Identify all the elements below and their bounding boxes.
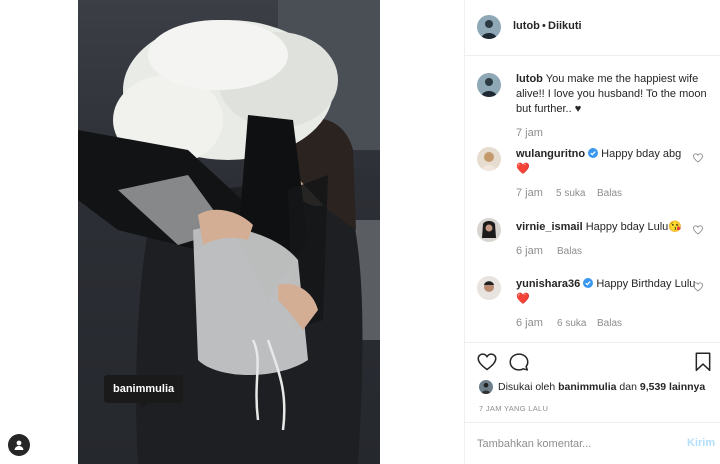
comment-emoji: ❤️ bbox=[516, 163, 530, 175]
header-username[interactable]: lutob bbox=[513, 20, 540, 32]
likes-count[interactable]: 9,539 lainnya bbox=[640, 381, 705, 393]
comment-username[interactable]: wulanguritno bbox=[516, 148, 585, 160]
comment-emoji: 😘 bbox=[668, 221, 682, 233]
comment-input[interactable] bbox=[477, 434, 667, 454]
caption-text: You make me the happiest wife alive!! I … bbox=[516, 73, 707, 115]
comment-item: yunishara36 Happy Birthday Lulu ❤️ bbox=[516, 277, 696, 307]
liker-username[interactable]: banimmulia bbox=[558, 381, 616, 393]
avatar-image bbox=[479, 380, 493, 394]
avatar-image bbox=[477, 218, 501, 242]
reply-button[interactable]: Balas bbox=[557, 246, 582, 257]
liker-avatar[interactable] bbox=[479, 380, 493, 394]
avatar-image bbox=[477, 276, 501, 300]
caption-avatar[interactable] bbox=[477, 73, 501, 97]
verified-badge-icon bbox=[588, 148, 599, 158]
verified-badge-icon bbox=[583, 278, 594, 288]
comment-avatar[interactable] bbox=[477, 147, 501, 171]
avatar-image bbox=[477, 147, 501, 171]
like-comment-heart-icon[interactable] bbox=[693, 282, 703, 292]
like-comment-heart-icon[interactable] bbox=[693, 225, 703, 235]
comment-item: virnie_ismail Happy bday Lulu😘 bbox=[516, 220, 696, 235]
comment-likes[interactable]: 6 suka bbox=[557, 318, 586, 329]
likes-prefix: Disukai oleh bbox=[498, 381, 556, 393]
comment-item: wulanguritno Happy bday abg ❤️ bbox=[516, 147, 696, 177]
comment-text: Happy Birthday Lulu bbox=[596, 278, 696, 290]
follow-status-button[interactable]: Diikuti bbox=[548, 20, 582, 32]
comment-avatar[interactable] bbox=[477, 276, 501, 300]
heart-outline-icon[interactable] bbox=[477, 352, 497, 372]
comment-time[interactable]: 6 jam bbox=[516, 245, 543, 257]
bookmark-icon[interactable] bbox=[694, 352, 712, 372]
likes-summary: Disukai oleh banimmulia dan 9,539 lainny… bbox=[479, 380, 705, 394]
comment-text: Happy bday abg bbox=[601, 148, 682, 160]
caption: lutob You make me the happiest wife aliv… bbox=[516, 72, 712, 117]
header-separator: • bbox=[542, 20, 546, 32]
comment-time[interactable]: 6 jam bbox=[516, 317, 543, 329]
avatar-image bbox=[477, 73, 501, 97]
caption-time[interactable]: 7 jam bbox=[516, 127, 543, 139]
comment-form: Kirim bbox=[465, 422, 720, 464]
likes-connector: dan bbox=[619, 381, 637, 393]
show-tags-button[interactable] bbox=[8, 434, 30, 456]
comment-username[interactable]: yunishara36 bbox=[516, 278, 580, 290]
user-tag-icon bbox=[14, 440, 24, 450]
reply-button[interactable]: Balas bbox=[597, 188, 622, 199]
comment-text: Happy bday Lulu bbox=[585, 221, 669, 233]
caption-username[interactable]: lutob bbox=[516, 73, 543, 85]
comment-bubble-icon[interactable] bbox=[509, 352, 529, 372]
avatar-image bbox=[477, 15, 501, 39]
comment-emoji: ❤️ bbox=[516, 293, 530, 305]
avatar[interactable] bbox=[477, 15, 501, 39]
user-tag-label: banimmulia bbox=[113, 383, 175, 395]
reply-button[interactable]: Balas bbox=[597, 318, 622, 329]
like-comment-heart-icon[interactable] bbox=[693, 153, 703, 163]
post-side-panel: lutob • Diikuti lutob You make me the ha… bbox=[464, 0, 720, 464]
media-area: banimmulia bbox=[0, 0, 464, 464]
post-header: lutob • Diikuti bbox=[465, 0, 720, 56]
post-timestamp[interactable]: 7 JAM YANG LALU bbox=[479, 404, 548, 413]
comment-avatar[interactable] bbox=[477, 218, 501, 242]
instagram-post-modal: banimmulia lutob • Diikuti lutob You mak… bbox=[0, 0, 720, 464]
comment-likes[interactable]: 5 suka bbox=[556, 188, 585, 199]
actions-divider bbox=[465, 342, 720, 343]
comment-time[interactable]: 7 jam bbox=[516, 187, 543, 199]
post-comment-button[interactable]: Kirim bbox=[687, 437, 715, 449]
user-tag-bubble[interactable]: banimmulia bbox=[104, 375, 184, 408]
comment-username[interactable]: virnie_ismail bbox=[516, 221, 583, 233]
